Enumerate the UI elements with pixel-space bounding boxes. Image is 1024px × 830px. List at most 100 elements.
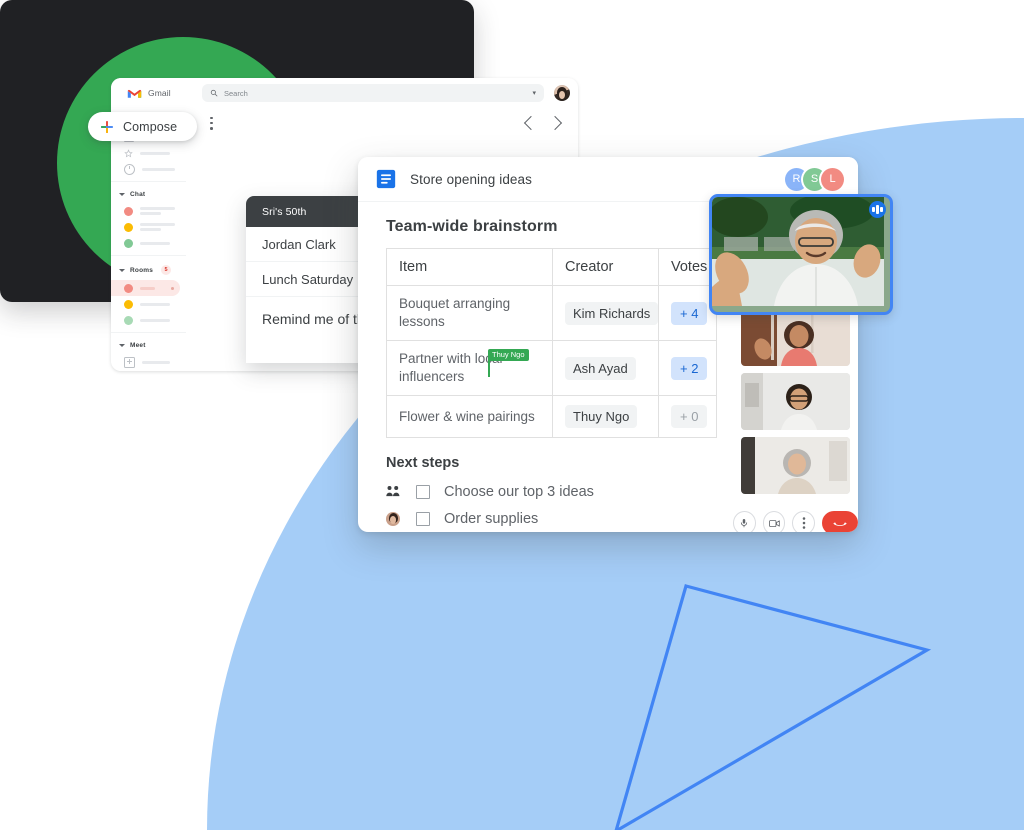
vote-chip[interactable]: + 0 — [671, 405, 708, 428]
chat-item-label: Jordan Clark — [262, 236, 336, 252]
sidebar-item-starred[interactable] — [111, 145, 186, 161]
more-options-button[interactable] — [792, 511, 816, 532]
avatar-dot-icon — [124, 299, 133, 309]
clock-icon — [124, 163, 135, 175]
checkbox[interactable] — [416, 511, 430, 526]
more-options-icon[interactable] — [210, 116, 213, 130]
microphone-icon — [741, 519, 748, 528]
mute-button[interactable] — [733, 511, 756, 532]
docs-title: Store opening ideas — [410, 171, 532, 187]
table-header-row: Item Creator Votes — [386, 248, 717, 286]
sidebar-section-rooms: Rooms 5 — [111, 255, 186, 332]
participant-video-1 — [741, 309, 850, 366]
chat-item-label: Lunch Saturday — [262, 271, 354, 287]
sidebar-item-chat-1[interactable] — [111, 203, 186, 219]
sidebar-section-header[interactable]: Rooms 5 — [111, 262, 186, 280]
table-cell-creator[interactable]: Ash Ayad — [552, 340, 659, 396]
gmail-brand-label: Gmail — [148, 88, 171, 98]
sidebar-item-new-meeting[interactable] — [111, 354, 186, 370]
chevron-down-icon — [119, 268, 125, 272]
table-cell-item[interactable]: Flower & wine pairings — [386, 395, 553, 438]
self-video-feed — [712, 197, 884, 306]
illustration-stage: Gmail Search ▾ Mail — [0, 0, 1024, 830]
creator-chip[interactable]: Kim Richards — [565, 301, 659, 325]
camera-icon — [768, 519, 780, 527]
vote-chip[interactable]: + 2 — [671, 356, 708, 380]
unread-dot-icon — [171, 286, 174, 290]
collaborator-avatar[interactable]: L — [821, 167, 844, 191]
avatar-dot-icon — [124, 283, 133, 293]
gmail-toolbar — [186, 108, 578, 138]
next-page-icon[interactable] — [547, 115, 563, 131]
table-cell-creator[interactable]: Kim Richards — [552, 285, 659, 341]
table-row: Bouquet arranging lessons Kim Richards +… — [386, 285, 717, 341]
rooms-unread-badge: 5 — [161, 265, 172, 275]
table-cell-item[interactable]: Bouquet arranging lessons — [386, 285, 553, 341]
previous-page-icon[interactable] — [523, 115, 539, 131]
sidebar-item-room-2[interactable] — [111, 296, 186, 312]
sidebar-item-chat-2[interactable] — [111, 219, 186, 235]
search-bar[interactable]: Search ▾ — [202, 84, 544, 102]
sidebar-item-room-1[interactable] — [111, 280, 180, 296]
chat-window-title: Sri's 50th — [262, 205, 307, 218]
avatar-dot-icon — [124, 222, 133, 232]
checkbox[interactable] — [416, 484, 430, 499]
column-label-item: Item — [399, 259, 428, 275]
gmail-logo: Gmail — [119, 88, 202, 99]
item-label: Flower & wine pairings — [399, 408, 535, 424]
sidebar-section-header[interactable]: Chat — [111, 188, 186, 203]
table-cell-creator[interactable]: Thuy Ngo — [552, 395, 659, 438]
column-label-creator: Creator — [565, 259, 614, 275]
meet-controls — [733, 499, 858, 532]
google-docs-icon — [376, 169, 396, 189]
self-video-tile[interactable] — [709, 194, 893, 315]
end-call-icon — [833, 522, 847, 526]
gmail-top-bar: Gmail Search ▾ — [111, 78, 578, 108]
table-column-header: Creator — [552, 248, 659, 286]
sidebar-item-snoozed[interactable] — [111, 161, 186, 177]
end-call-button[interactable] — [822, 511, 858, 532]
creator-chip[interactable]: Thuy Ngo — [565, 405, 638, 428]
avatar-dot-icon — [124, 238, 133, 248]
participant-video-2 — [741, 373, 850, 430]
avatar-dot-icon — [124, 315, 133, 325]
participant-video-3 — [741, 437, 850, 494]
sidebar-item-room-3[interactable] — [111, 312, 186, 328]
creator-chip[interactable]: Ash Ayad — [565, 356, 636, 380]
table-row: Partner with local influencers Ash Ayad … — [386, 340, 717, 396]
gmail-m-icon — [127, 89, 142, 98]
chat-item-label: Remind me of th — [262, 311, 365, 327]
next-step-label: Order supplies — [444, 510, 539, 527]
participant-tile[interactable] — [741, 437, 850, 494]
compose-button[interactable]: Compose — [88, 112, 198, 141]
vote-chip[interactable]: + 4 — [671, 301, 708, 325]
table-cell-votes[interactable]: + 0 — [658, 395, 717, 438]
table-column-header: Votes — [658, 248, 717, 286]
table-cell-votes[interactable]: + 4 — [658, 285, 717, 341]
search-input-placeholder[interactable]: Search — [224, 89, 526, 98]
participant-tile[interactable] — [741, 309, 850, 366]
new-meeting-icon — [124, 356, 135, 368]
plus-icon — [101, 120, 113, 133]
search-options-caret-icon[interactable]: ▾ — [532, 89, 536, 97]
column-label-votes: Votes — [671, 259, 708, 275]
more-options-icon — [802, 517, 806, 529]
chevron-down-icon — [119, 344, 125, 347]
sidebar-section-chat: Chat — [111, 181, 186, 255]
participant-tile[interactable] — [741, 373, 850, 430]
sidebar-section-label: Rooms — [130, 266, 154, 274]
account-avatar[interactable] — [554, 85, 570, 101]
sidebar-section-header[interactable]: Meet — [111, 339, 186, 354]
camera-button[interactable] — [762, 511, 786, 532]
table-cell-votes[interactable]: + 2 — [658, 340, 717, 396]
sidebar-section-label: Chat — [130, 191, 146, 198]
table-row: Flower & wine pairings Thuy Ngo + 0 — [386, 395, 717, 438]
star-icon — [124, 148, 133, 157]
audio-active-icon — [869, 201, 886, 218]
assignee-avatar-icon — [386, 511, 408, 526]
collaborator-avatars: R S L — [785, 167, 844, 191]
group-people-icon — [386, 485, 408, 498]
collaborator-cursor-label-thuy-ngo: Thuy Ngo — [488, 349, 529, 361]
item-label: Partner with local influencers — [399, 351, 503, 384]
sidebar-item-chat-3[interactable] — [111, 235, 186, 251]
